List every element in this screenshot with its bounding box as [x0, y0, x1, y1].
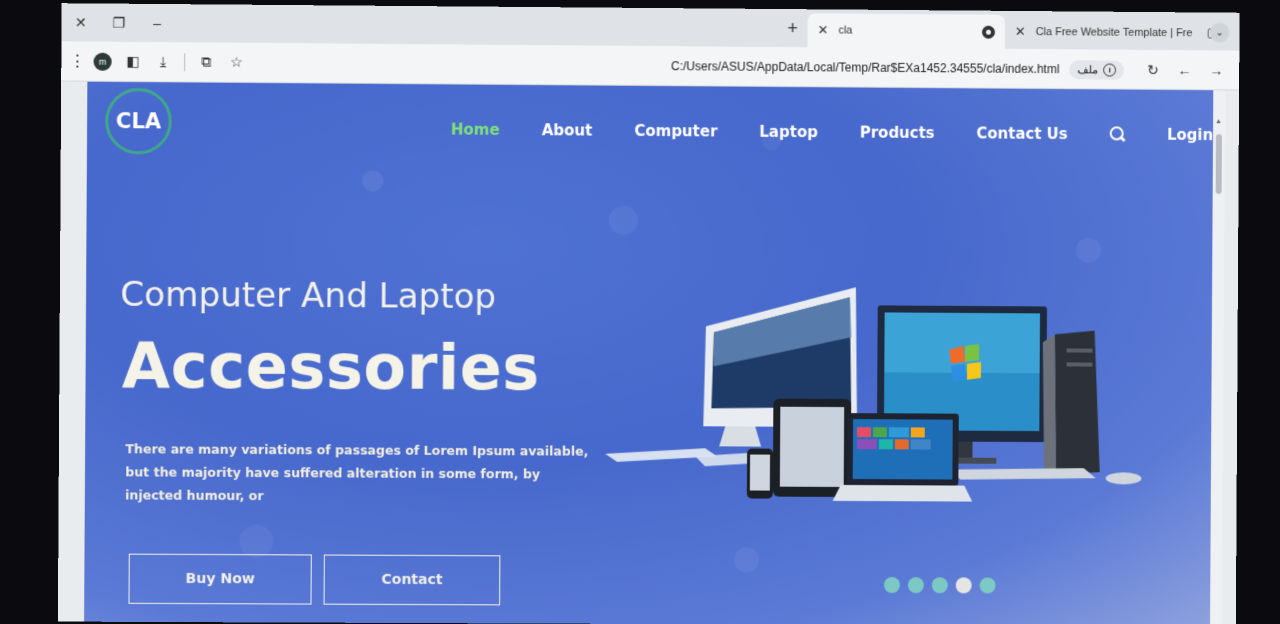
nav-products[interactable]: Products — [860, 124, 935, 143]
nav-buttons: ↻ ← → — [1138, 55, 1232, 86]
window-close-icon[interactable]: ✕ — [61, 3, 100, 41]
address-bar[interactable]: C:/Users/ASUS/AppData/Local/Temp/Rar$EXa… — [252, 48, 1130, 85]
carousel-dot[interactable] — [931, 577, 948, 594]
nav-contact-us[interactable]: Contact Us — [976, 124, 1067, 143]
download-icon[interactable]: ⤓ — [148, 47, 178, 77]
logo[interactable]: CLA — [105, 87, 172, 155]
sidebar-icon[interactable]: ◧ — [118, 46, 148, 76]
avatar: m — [93, 52, 112, 71]
tab-title: Cla Free Website Template | Fre — [1035, 26, 1193, 40]
carousel-dot[interactable] — [979, 577, 996, 594]
browser-window: ✕ ❐ – + ✕ cla ✕ Cla Free Website Templat… — [57, 3, 1240, 624]
window-minimize-icon[interactable]: – — [138, 4, 176, 42]
window-restore-icon[interactable]: ❐ — [100, 4, 138, 42]
globe-icon — [981, 25, 995, 39]
site-info-chip[interactable]: ملف i — [1069, 59, 1125, 80]
nav-laptop[interactable]: Laptop — [759, 123, 818, 141]
tab-close-icon[interactable]: ✕ — [818, 22, 829, 38]
carousel-dot-active[interactable] — [955, 577, 972, 594]
back-arrow-icon[interactable]: ← — [1170, 55, 1200, 85]
reload-icon[interactable]: ↻ — [1138, 55, 1168, 85]
login-link[interactable]: Login — [1167, 126, 1213, 144]
buy-now-button[interactable]: Buy Now — [128, 553, 312, 605]
nav-home[interactable]: Home — [451, 121, 500, 139]
carousel-dot[interactable] — [883, 577, 900, 594]
tab-title: cla — [838, 24, 853, 37]
hero-subtitle: Computer And Laptop — [120, 274, 497, 318]
devices-illustration — [604, 286, 1142, 502]
carousel-dot[interactable] — [907, 577, 924, 594]
nav-computer[interactable]: Computer — [634, 122, 717, 141]
forward-arrow-icon[interactable]: → — [1201, 55, 1231, 85]
website-hero: CLA Home About Computer Laptop Products … — [84, 81, 1226, 624]
url-text: C:/Users/ASUS/AppData/Local/Temp/Rar$EXa… — [671, 59, 1060, 77]
nav-about[interactable]: About — [542, 121, 593, 139]
profile-button[interactable]: m — [87, 46, 117, 76]
main-nav: Home About Computer Laptop Products Cont… — [451, 121, 1225, 145]
info-icon: i — [1103, 63, 1117, 77]
extensions-icon[interactable]: ⧉ — [191, 47, 221, 77]
tab-template[interactable]: ✕ Cla Free Website Template | Fre — [1005, 15, 1232, 51]
new-tab-icon[interactable]: + — [782, 17, 804, 39]
carousel-indicators — [883, 577, 996, 594]
scrollbar-thumb[interactable] — [1215, 134, 1222, 194]
menu-dots-icon[interactable]: ⋮ — [67, 46, 87, 76]
divider — [184, 52, 186, 71]
scrollbar[interactable]: ▲ — [1210, 90, 1226, 624]
search-icon[interactable] — [1109, 126, 1125, 142]
hero-description: There are many variations of passages of… — [125, 441, 589, 504]
scroll-up-icon[interactable]: ▲ — [1215, 118, 1222, 125]
tab-active[interactable]: ✕ cla — [807, 13, 1006, 49]
tab-close-icon[interactable]: ✕ — [1015, 24, 1026, 40]
hero-title: Accessories — [121, 328, 541, 405]
file-label: ملف — [1077, 63, 1099, 76]
contact-button[interactable]: Contact — [323, 554, 501, 606]
bookmark-star-icon[interactable]: ☆ — [221, 47, 251, 77]
chevron-down-icon[interactable]: ⌄ — [1209, 22, 1230, 43]
